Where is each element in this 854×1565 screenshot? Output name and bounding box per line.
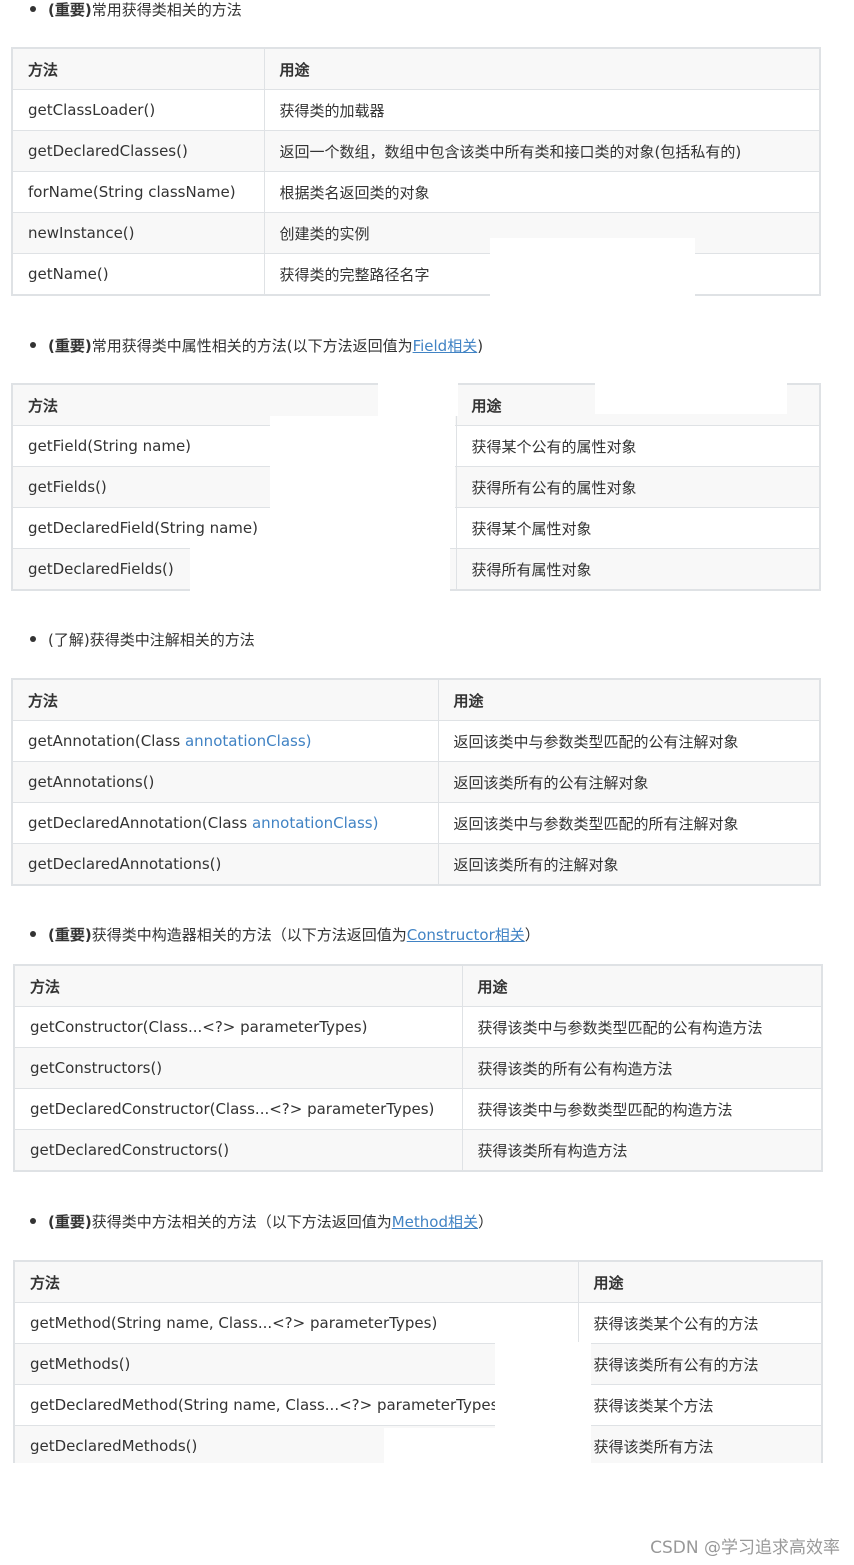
column-header-method: 方法 (11, 678, 439, 721)
blank-patch (378, 380, 458, 416)
column-header-method: 方法 (13, 964, 463, 1007)
method-cell: getDeclaredMethod(String name, Class...<… (13, 1384, 579, 1426)
csdn-watermark: CSDN @学习追求高效率 (650, 1538, 840, 1558)
usage-cell: 获得所有公有的属性对象 (455, 466, 821, 508)
section-heading: (重要)常用获得类中属性相关的方法(以下方法返回值为Field相关) (30, 336, 483, 356)
method-cell: getConstructor(Class...<?> parameterType… (13, 1006, 463, 1048)
blank-patch (490, 238, 695, 298)
section-heading: (重要)获得类中方法相关的方法（以下方法返回值为Method相关） (30, 1212, 493, 1232)
bullet-icon (30, 5, 36, 12)
usage-cell: 返回一个数组，数组中包含该类中所有类和接口类的对象(包括私有的) (263, 130, 821, 172)
table-row: getDeclaredClasses() 返回一个数组，数组中包含该类中所有类和接… (11, 130, 821, 172)
class-methods-table: 方法 用途 getClassLoader() 获得类的加载器 getDeclare… (11, 47, 821, 296)
method-cell: getDeclaredConstructors() (13, 1129, 463, 1172)
usage-cell: 获得该类所有方法 (577, 1425, 823, 1468)
table-row: forName(String className) 根据类名返回类的对象 (11, 171, 821, 213)
usage-cell: 根据类名返回类的对象 (263, 171, 821, 213)
table-row: getAnnotation(Class annotationClass) 返回该类… (11, 720, 821, 762)
usage-cell: 返回该类所有的注解对象 (437, 843, 821, 886)
blank-patch (384, 1428, 591, 1464)
table-row: getDeclaredAnnotation(Class annotationCl… (11, 802, 821, 844)
table-row: newInstance() 创建类的实例 (11, 212, 821, 254)
method-cell: getDeclaredClasses() (11, 130, 265, 172)
usage-cell: 获得该类某个方法 (577, 1384, 823, 1426)
method-cell: newInstance() (11, 212, 265, 254)
usage-cell: 获得类的加载器 (263, 89, 821, 131)
usage-cell: 获得该类中与参数类型匹配的公有构造方法 (461, 1006, 823, 1048)
table-row: getDeclaredConstructors() 获得该类所有构造方法 (13, 1129, 823, 1172)
constructor-methods-table: 方法 用途 getConstructor(Class...<?> paramet… (13, 964, 823, 1172)
section-heading: (重要)获得类中构造器相关的方法（以下方法返回值为Constructor相关） (30, 925, 540, 945)
table-header-row: 方法 用途 (13, 1260, 823, 1303)
param-text: annotationClass) (251, 814, 379, 832)
bullet-icon (30, 341, 36, 348)
method-cell: getClassLoader() (11, 89, 265, 131)
bullet-icon (30, 1217, 36, 1224)
usage-cell: 获得该类中与参数类型匹配的构造方法 (461, 1088, 823, 1130)
table-row: getClassLoader() 获得类的加载器 (11, 89, 821, 131)
column-header-usage: 用途 (437, 678, 821, 721)
column-header-usage: 用途 (263, 47, 821, 90)
table-row: getDeclaredMethod(String name, Class...<… (13, 1384, 823, 1426)
method-cell: getDeclaredConstructor(Class...<?> param… (13, 1088, 463, 1130)
table-header-row: 方法 用途 (13, 964, 823, 1007)
blank-patch (190, 546, 450, 592)
table-row: getName() 获得类的完整路径名字 (11, 253, 821, 296)
constructor-link[interactable]: Constructor相关 (407, 926, 525, 944)
section-heading: (重要)常用获得类相关的方法 (30, 0, 242, 20)
table-row: getMethods() 获得该类所有公有的方法 (13, 1343, 823, 1385)
method-cell: getAnnotation(Class annotationClass) (11, 720, 439, 762)
method-cell: getMethods() (13, 1343, 579, 1385)
usage-cell: 获得某个属性对象 (455, 507, 821, 549)
usage-cell: 获得该类某个公有的方法 (577, 1302, 823, 1344)
table-row: getMethod(String name, Class...<?> param… (13, 1302, 823, 1344)
method-cell: getMethod(String name, Class...<?> param… (13, 1302, 579, 1344)
method-cell: getDeclaredAnnotation(Class annotationCl… (11, 802, 439, 844)
table-row: getConstructors() 获得该类的所有公有构造方法 (13, 1047, 823, 1089)
usage-cell: 返回该类中与参数类型匹配的公有注解对象 (437, 720, 821, 762)
usage-cell: 获得该类所有公有的方法 (577, 1343, 823, 1385)
blank-patch (270, 416, 455, 546)
method-cell: getName() (11, 253, 265, 296)
usage-cell: 获得该类所有构造方法 (461, 1129, 823, 1172)
method-link[interactable]: Method相关 (392, 1213, 478, 1231)
table-row: getConstructor(Class...<?> parameterType… (13, 1006, 823, 1048)
usage-cell: 获得某个公有的属性对象 (455, 425, 821, 467)
column-header-usage: 用途 (577, 1260, 823, 1303)
column-header-usage: 用途 (461, 964, 823, 1007)
method-cell: forName(String className) (11, 171, 265, 213)
section-heading: (了解)获得类中注解相关的方法 (30, 630, 255, 650)
blank-patch (495, 1342, 591, 1432)
table-row: getDeclaredConstructor(Class...<?> param… (13, 1088, 823, 1130)
usage-cell: 获得所有属性对象 (455, 548, 821, 591)
bullet-icon (30, 930, 36, 937)
usage-cell: 返回该类中与参数类型匹配的所有注解对象 (437, 802, 821, 844)
bullet-icon (30, 635, 36, 642)
column-header-method: 方法 (13, 1260, 579, 1303)
usage-cell: 返回该类所有的公有注解对象 (437, 761, 821, 803)
method-cell: getDeclaredAnnotations() (11, 843, 439, 886)
column-header-method: 方法 (11, 47, 265, 90)
table-row: getAnnotations() 返回该类所有的公有注解对象 (11, 761, 821, 803)
blank-patch (0, 1463, 854, 1523)
annotation-methods-table: 方法 用途 getAnnotation(Class annotationClas… (11, 678, 821, 886)
method-cell: getConstructors() (13, 1047, 463, 1089)
table-header-row: 方法 用途 (11, 47, 821, 90)
blank-patch (595, 380, 787, 414)
usage-cell: 获得该类的所有公有构造方法 (461, 1047, 823, 1089)
method-cell: getAnnotations() (11, 761, 439, 803)
table-row: getDeclaredAnnotations() 返回该类所有的注解对象 (11, 843, 821, 886)
table-header-row: 方法 用途 (11, 678, 821, 721)
field-link[interactable]: Field相关 (413, 337, 478, 355)
param-text: annotationClass) (184, 732, 312, 750)
